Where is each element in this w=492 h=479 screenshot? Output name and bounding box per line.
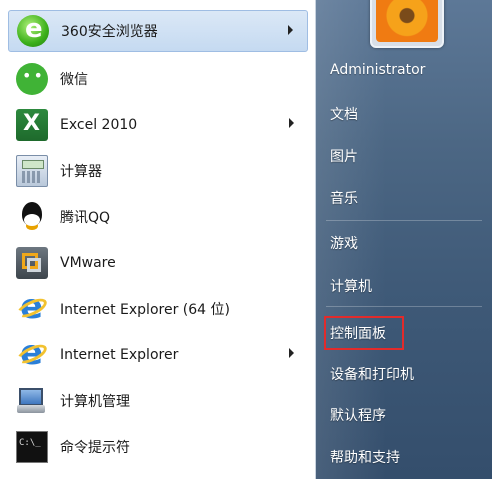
program-item-vmware[interactable]: VMware	[8, 242, 308, 284]
user-picture[interactable]	[370, 0, 444, 48]
right-item-devices-printers[interactable]: 设备和打印机	[330, 364, 414, 384]
submenu-arrow-icon[interactable]	[289, 118, 294, 128]
right-item-documents[interactable]: 文档	[330, 104, 358, 124]
program-item-ie64[interactable]: Internet Explorer (64 位)	[8, 287, 308, 330]
program-label: Internet Explorer (64 位)	[60, 302, 230, 318]
program-item-calculator[interactable]: 计算器	[8, 150, 308, 192]
submenu-arrow-icon[interactable]	[288, 25, 293, 35]
program-item-qq[interactable]: 腾讯QQ	[8, 196, 308, 238]
right-item-default-programs[interactable]: 默认程序	[330, 405, 386, 425]
program-list: 360安全浏览器 微信 Excel 2010 计算器 腾讯QQ VMware I…	[0, 0, 316, 479]
program-label: 腾讯QQ	[60, 210, 111, 226]
program-label: 微信	[60, 72, 88, 88]
program-item-computer-management[interactable]: 计算机管理	[8, 380, 308, 422]
command-prompt-icon	[16, 431, 48, 463]
qq-icon	[16, 201, 48, 233]
program-label: 计算器	[60, 164, 102, 180]
program-label: VMware	[60, 255, 116, 271]
calculator-icon	[16, 155, 48, 187]
user-name-link[interactable]: Administrator	[330, 62, 425, 78]
right-item-games[interactable]: 游戏	[330, 233, 358, 253]
360-browser-icon	[17, 14, 49, 47]
excel-icon	[16, 109, 48, 141]
start-menu-right-pane: Administrator 文档 图片 音乐 游戏 计算机 控制面板 设备和打印…	[316, 0, 492, 479]
vmware-icon	[16, 247, 48, 279]
program-label: 命令提示符	[60, 440, 130, 456]
program-item-ie[interactable]: Internet Explorer	[8, 333, 308, 376]
program-item-360-browser[interactable]: 360安全浏览器	[8, 10, 308, 52]
submenu-arrow-icon[interactable]	[289, 348, 294, 358]
separator	[326, 220, 482, 221]
program-label: 计算机管理	[60, 394, 130, 410]
program-item-command-prompt[interactable]: 命令提示符	[8, 426, 308, 468]
internet-explorer-icon	[16, 333, 48, 373]
separator	[326, 306, 482, 307]
wechat-icon	[16, 63, 48, 95]
right-item-pictures[interactable]: 图片	[330, 146, 358, 166]
right-item-computer[interactable]: 计算机	[330, 276, 372, 296]
program-item-wechat[interactable]: 微信	[8, 58, 308, 100]
right-item-music[interactable]: 音乐	[330, 188, 358, 208]
computer-management-icon	[16, 385, 48, 417]
program-label: Internet Explorer	[60, 347, 179, 363]
program-item-excel[interactable]: Excel 2010	[8, 104, 308, 146]
right-item-help-support[interactable]: 帮助和支持	[330, 447, 400, 467]
program-label: 360安全浏览器	[61, 24, 158, 40]
right-item-control-panel[interactable]: 控制面板	[330, 323, 386, 343]
program-label: Excel 2010	[60, 117, 138, 133]
internet-explorer-icon	[16, 287, 48, 327]
user-picture-flower-icon	[376, 0, 438, 42]
